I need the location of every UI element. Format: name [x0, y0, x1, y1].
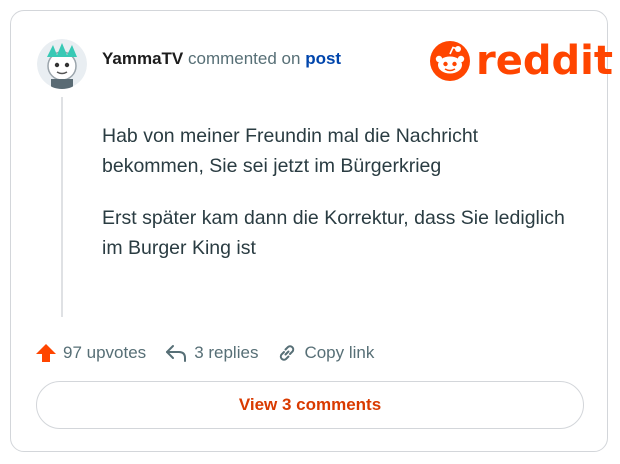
copy-link-label: Copy link — [304, 343, 375, 362]
upvote-count: 97 upvotes — [63, 343, 147, 362]
comment-body: Hab von meiner Freundin mal die Nachrich… — [102, 121, 572, 285]
upvote-button[interactable]: 97 upvotes — [35, 342, 146, 364]
link-icon — [280, 345, 295, 361]
reddit-snoo-icon — [430, 41, 470, 81]
comment-paragraph: Erst später kam dann die Korrektur, dass… — [102, 207, 565, 259]
reddit-logo: reddit — [430, 39, 613, 83]
comment-actions: 97 upvotes 3 replies Copy link — [35, 342, 392, 364]
comment-header: YammaTV commented on post — [102, 49, 341, 69]
reply-arrow-icon — [166, 345, 187, 362]
username[interactable]: YammaTV — [102, 49, 183, 68]
view-comments-button[interactable]: View 3 comments — [36, 381, 584, 429]
avatar[interactable] — [37, 39, 87, 89]
view-comments-label: View 3 comments — [238, 395, 382, 414]
commented-on-text: commented on — [188, 49, 301, 68]
thread-line — [61, 97, 63, 317]
post-link[interactable]: post — [305, 49, 341, 68]
copy-link-button[interactable]: Copy link — [276, 342, 374, 364]
comment-paragraph: Hab von meiner Freundin mal die Nachrich… — [102, 125, 479, 177]
upvote-arrow-icon — [36, 344, 56, 362]
reddit-wordmark: reddit — [476, 38, 613, 84]
replies-button[interactable]: 3 replies — [164, 342, 258, 364]
comment-card: YammaTV commented on post reddit Hab von… — [10, 10, 613, 452]
replies-count: 3 replies — [194, 343, 259, 362]
